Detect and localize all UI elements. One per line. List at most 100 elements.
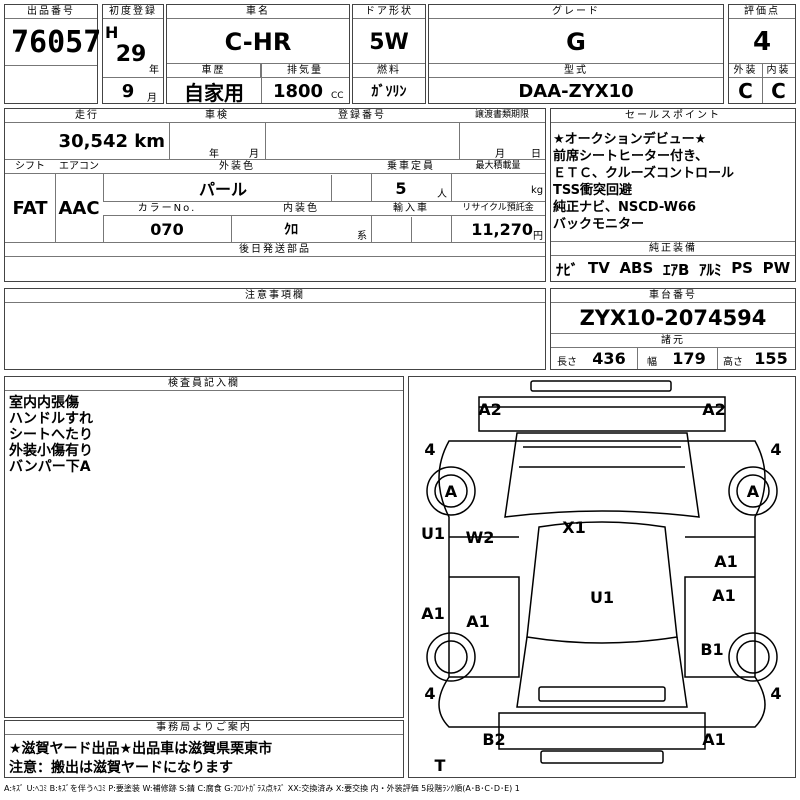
equipment-item: TV [587,259,610,277]
inspector-note: 室内内張傷 [9,395,79,411]
legend: A:ｷｽﾞ U:ﾍｺﾐ B:ｷｽﾞを伴うﾍｺﾐ P:要塗装 W:補修跡 S:錆 … [4,783,520,793]
recycle-label: リサイクル預託金 [451,202,545,216]
reg-year: 29 [115,41,147,67]
wheel-rear-left [426,632,476,682]
wheel-rear-right [728,632,778,682]
mark-a2-left: A2 [478,399,502,419]
mileage: 30,542 km [58,130,165,152]
equipment-item: ABS [619,259,654,277]
mark-a2-right: A2 [702,399,726,419]
score-box: 評価点 4 外装 内装 C C [728,4,796,104]
equipment-item: ﾅﾋﾞ [555,261,579,279]
shift: FAT [12,197,48,219]
equipment-item: PW [762,259,791,277]
car-name: C-HR [224,28,292,56]
inspector-box: 検査員記入欄 室内内張傷 ハンドルすれ シートへたり 外装小傷有り バンパー下A [4,376,404,718]
lot-number: 76057 [11,24,102,60]
ext-color-label: 外装色 [103,160,371,174]
fuel-label: 燃料 [353,64,425,78]
inspector-note: バンパー下A [9,459,91,475]
exterior-grade: C [738,79,753,103]
inspection-year-unit: 年 [209,149,219,160]
tire-front-left: 4 [424,439,436,459]
door-label: ドア形状 [353,5,425,19]
first-registration-box: 初度登録 H 29 年 9 月 [102,4,164,104]
lot-number-label: 出品番号 [5,5,97,19]
capacity-unit: 人 [437,189,447,200]
mark-wheel-fr: A [746,481,760,501]
height-label: 高さ [723,357,743,368]
selling-points-box: セールスポイント ★オークションデビュー★ 前席シートヒーター付き、 ＥＴＣ、クルー… [550,108,796,282]
chassis-label: 車台番号 [551,289,795,303]
inspector-note: 外装小傷有り [9,443,93,459]
height: 155 [754,348,788,368]
inspection-label: 車検 [169,109,265,123]
first-registration-label: 初度登録 [103,5,163,19]
selling-point-line: TSS衝突回避 [553,183,633,198]
tire-rear-right: 4 [770,683,782,703]
load-unit: kg [531,185,544,196]
equipment-label: 純正装備 [551,242,795,256]
interior-color-label: 内装色 [231,202,371,216]
inspection-month-unit: 月 [249,149,259,160]
damage-diagram: A2 A2 4 4 A A U1 W2 X1 A1 U1 A1 A1 A1 B1… [408,376,796,778]
mark-w2: W2 [465,527,495,547]
shift-label: シフト [5,160,55,174]
lot-number-box: 出品番号 76057 [4,4,101,104]
inspector-notes: 室内内張傷 ハンドルすれ シートへたり 外装小傷有り バンパー下A [9,395,399,475]
selling-point-line: ＥＴＣ、クルーズコントロール [553,166,734,181]
mark-u1-roof: U1 [589,587,615,607]
score-label: 評価点 [729,5,795,19]
chassis-box: 車台番号 ZYX10-2074594 諸元 長さ 436 幅 179 高さ 15… [550,288,796,370]
ac-label: エアコン [55,160,103,174]
selling-points-list: ★オークションデビュー★ 前席シートヒーター付き、 ＥＴＣ、クルーズコントロール TS… [553,131,793,233]
inspector-note: ハンドルすれ [9,411,93,427]
door-type: 5W [369,29,409,55]
vehicle-details-box: 走行 車検 登録番号 譲渡書類期限 30,542 km 年 月 月 日 シフト … [4,108,546,282]
grade-label: グレード [429,5,723,19]
mileage-label: 走行 [5,109,169,123]
mark-b1: B1 [700,639,724,659]
spare-tire: T [434,755,446,775]
equipment-item: ｴｱB [662,261,690,279]
displacement: 1800 [272,80,324,102]
later-parts-label: 後日発送部品 [5,243,545,257]
model-code: DAA-ZYX10 [518,80,634,102]
inspector-label: 検査員記入欄 [5,377,403,391]
interior-color: ｸﾛ [284,222,298,238]
month-unit: 月 [147,93,157,104]
length-label: 長さ [557,357,577,368]
grade: G [566,28,586,56]
mark-a1-right-door: A1 [714,551,738,571]
equipment-item: PS [731,259,753,277]
inspector-note: シートへたり [9,427,93,443]
import-label: 輸入車 [371,202,451,216]
length: 436 [592,348,626,368]
vehicle-history: 自家用 [184,80,244,105]
mark-x1: X1 [562,517,586,537]
era: H [105,23,119,42]
air-conditioner: AAC [58,197,100,219]
mark-a1-rear: A1 [702,729,726,749]
seating-capacity: 5 [395,178,407,198]
interior-label: 内装 [762,64,795,78]
capacity-label: 乗車定員 [371,160,451,174]
mark-a1-left-fender: A1 [421,603,445,623]
selling-points-label: セールスポイント [551,109,795,123]
selling-point-line: ★オークションデビュー★ [553,132,707,147]
spec-label: 諸元 [551,334,795,348]
tire-rear-left: 4 [424,683,436,703]
displacement-unit: CC [331,91,344,101]
door-fuel-box: ドア形状 5W 燃料 ｶﾞｿﾘﾝ [352,4,426,104]
tire-front-right: 4 [770,439,782,459]
reg-month: 9 [121,80,135,102]
displacement-label: 排気量 [261,64,349,78]
office-line-1: ★滋賀ヤード出品★出品車は滋賀県栗東市 [9,741,273,757]
color-number: 070 [150,219,184,239]
overall-score: 4 [752,27,772,57]
width: 179 [672,348,706,368]
selling-point-line: バックモニター [553,217,645,232]
mark-a1-right-side: A1 [712,585,736,605]
equipment-list: ﾅﾋﾞ TV ABS ｴｱB ｱﾙﾐ PS PW [551,259,795,279]
selling-point-line: 前席シートヒーター付き、 [553,149,709,164]
